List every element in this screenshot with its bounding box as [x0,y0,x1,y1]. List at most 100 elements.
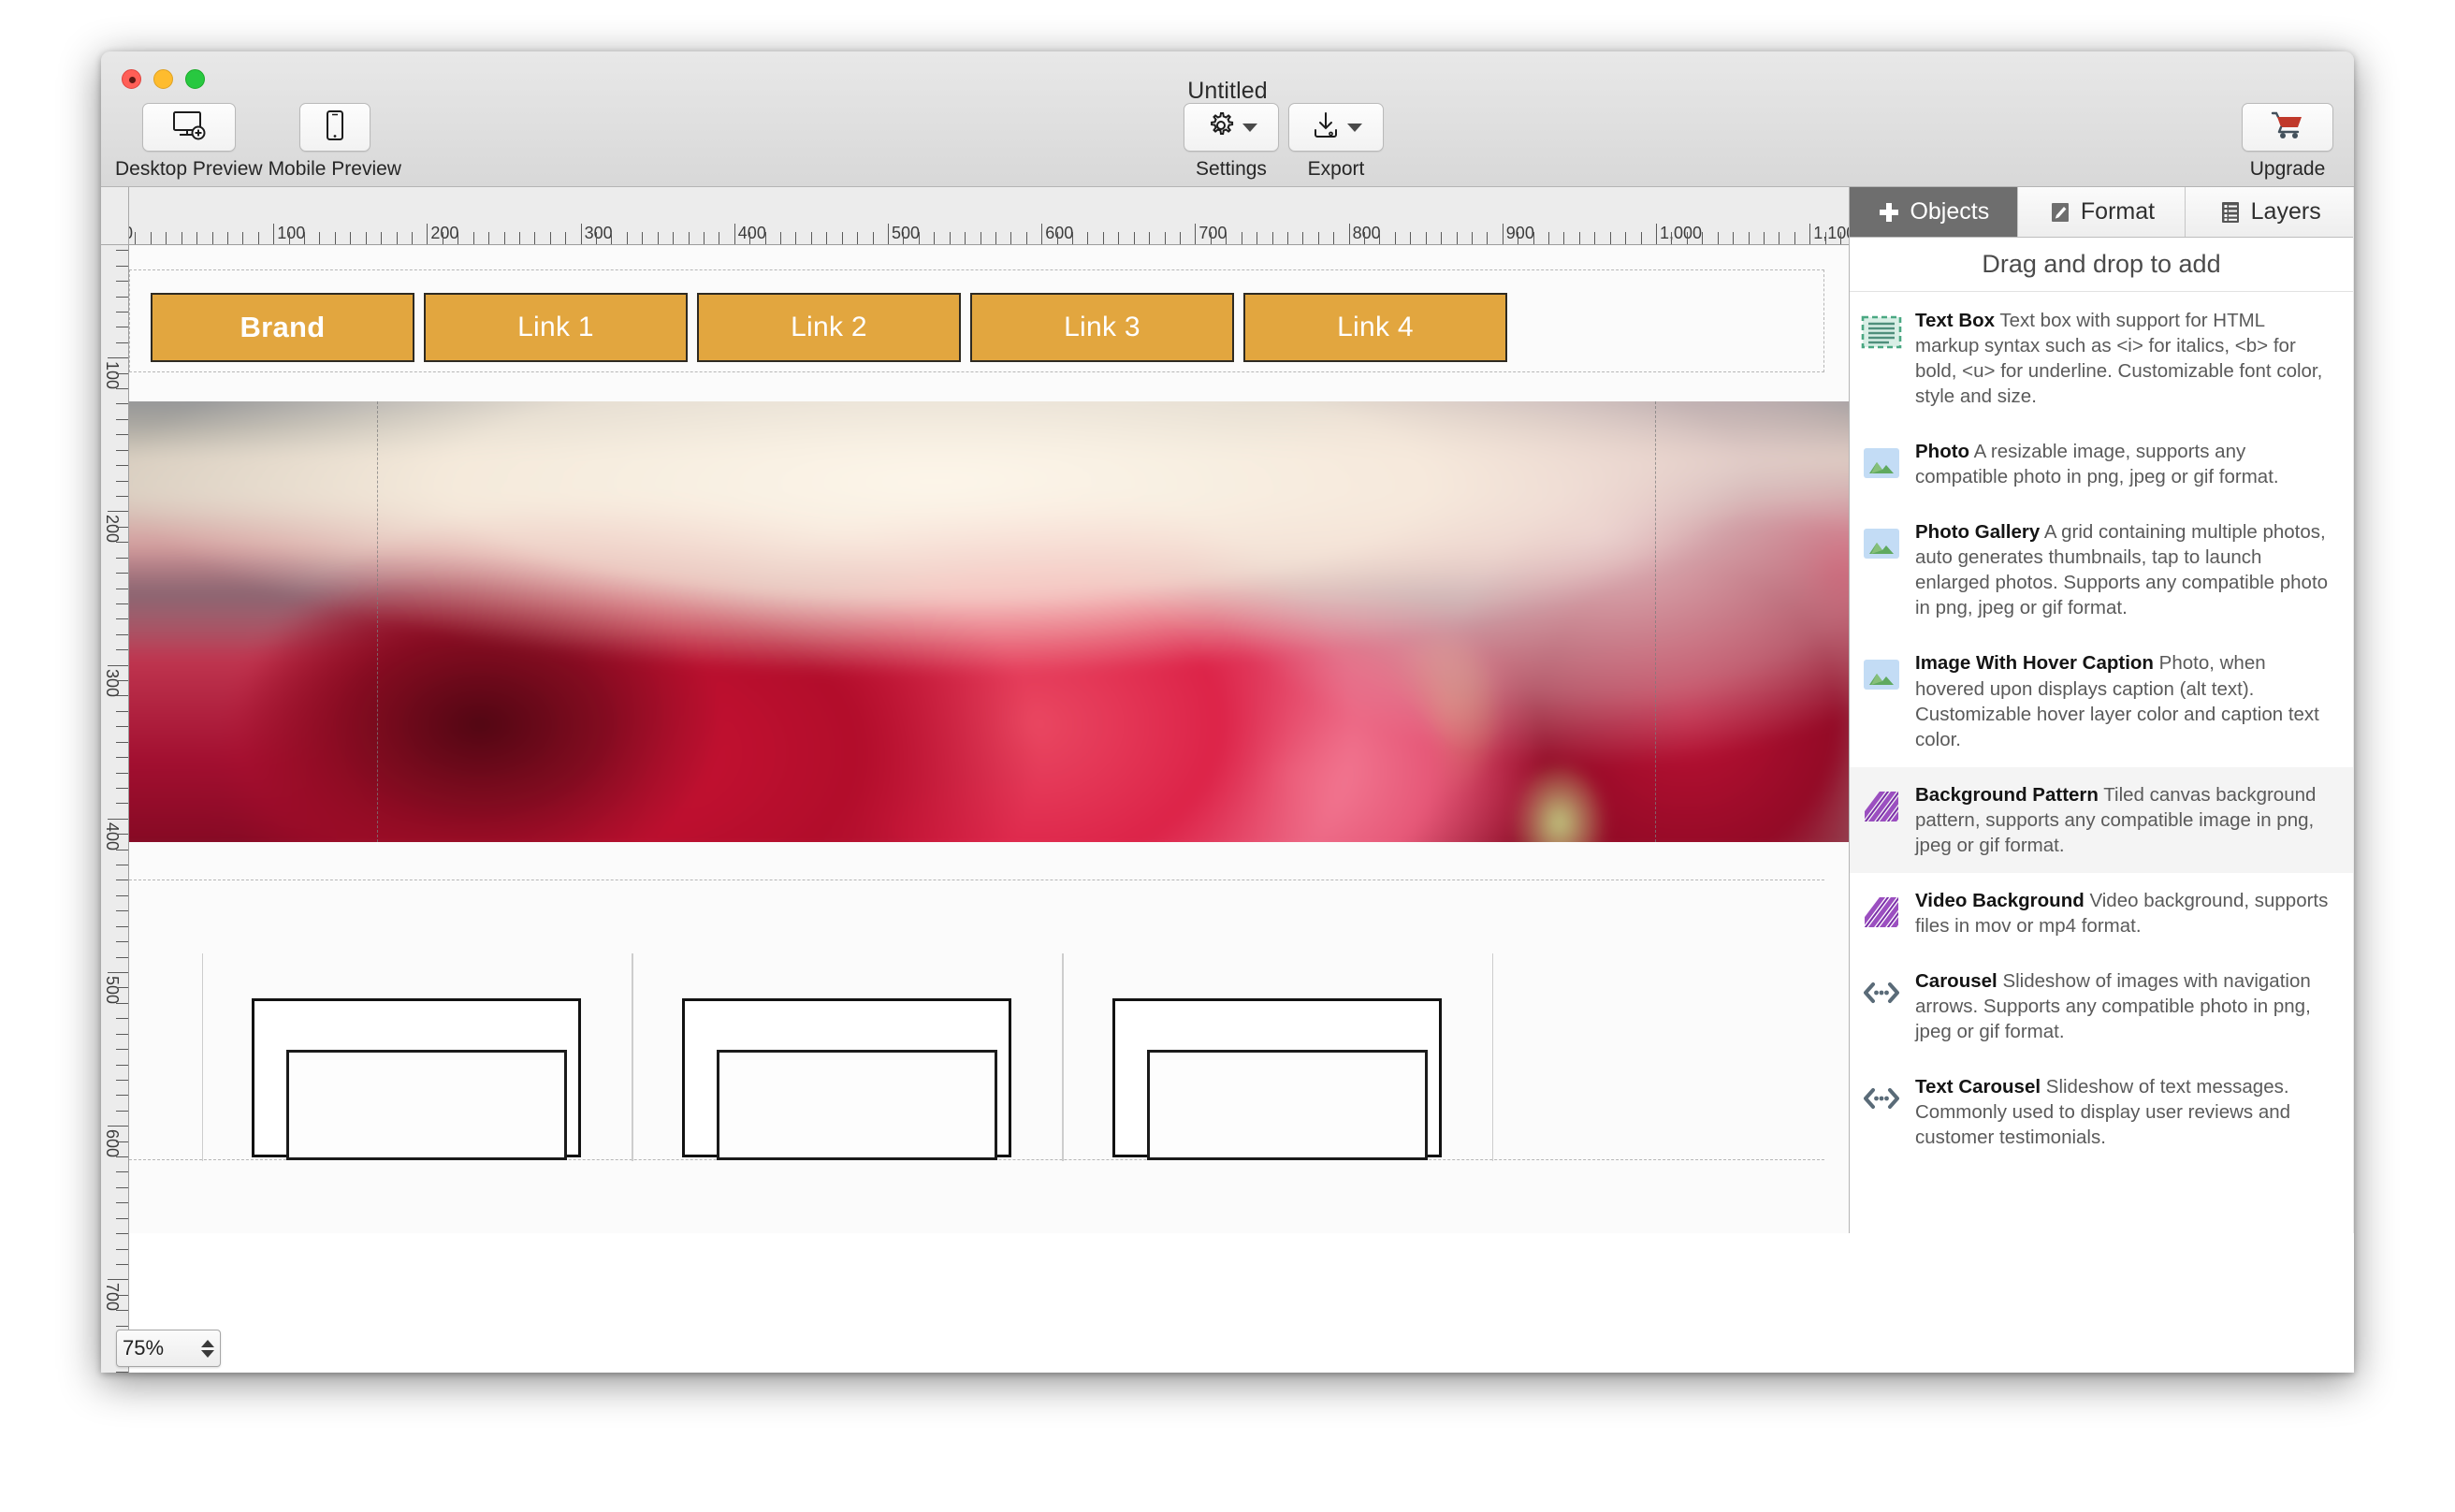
tab-format[interactable]: Format [2017,187,2186,237]
zoom-increase-icon[interactable] [201,1339,214,1347]
ruler-label: 700 [1198,224,1228,242]
ruler-tick [116,480,128,482]
settings-dropdown-chevron-down-icon[interactable] [1242,123,1257,132]
ruler-tick [116,1263,128,1265]
tab-objects[interactable]: Objects [1850,187,2018,237]
pattern-icon [1861,892,1902,933]
navbar-cell-link-2[interactable]: Link 2 [697,293,961,362]
tab-layers[interactable]: Layers [2186,187,2354,237]
canvas-scroll-area[interactable]: Brand Link 1 Link 2 Link 3 Link 4 [129,245,1849,1373]
ruler-tick [688,232,690,244]
ruler-tick [1333,232,1335,244]
ruler-tick [1671,232,1673,244]
navbar-cell-link-1[interactable]: Link 1 [424,293,688,362]
card-inner[interactable] [286,1050,567,1160]
ruler-tick [1702,232,1704,244]
zoom-decrease-icon[interactable] [201,1349,214,1358]
ruler-tick [116,987,128,989]
object-item-carousel[interactable]: Carousel Slideshow of images with naviga… [1850,953,2353,1059]
card-outer[interactable] [252,998,581,1160]
mobile-preview-button[interactable]: Mobile Preview [269,103,401,181]
carousel-icon [1861,1078,1902,1119]
ruler-tick [211,232,213,244]
ruler-label: 700 [103,1283,122,1312]
hero-image-widget[interactable] [129,401,1849,842]
ruler-tick [427,224,429,244]
ruler-label: 500 [892,224,921,242]
ruler-tick [150,232,152,244]
ruler-tick [1102,232,1104,244]
ruler-tick [1286,232,1288,244]
column-box[interactable] [1063,953,1493,1161]
ruler-tick [116,925,128,927]
object-item-image-with-hover-caption[interactable]: Image With Hover Caption Photo, when hov… [1850,635,2353,766]
card-inner[interactable] [717,1050,997,1160]
navbar-cell-link-3[interactable]: Link 3 [970,293,1234,362]
desktop-preview-icon [170,110,208,145]
text-box-icon [1861,312,1902,353]
ruler-tick [1317,232,1319,244]
ruler-tick [116,1371,128,1373]
card-outer[interactable] [682,998,1011,1160]
ruler-tick [108,511,128,513]
zoom-stepper-arrows[interactable] [201,1339,214,1358]
inspector-tabs: Objects Format Layers [1850,187,2354,238]
export-dropdown-chevron-down-icon[interactable] [1347,123,1362,132]
tab-objects-label: Objects [1910,198,1990,225]
object-library-list[interactable]: Text Box Text box with support for HTML … [1850,293,2353,1373]
settings-label: Settings [1196,158,1267,180]
object-item-text: Video Background Video background, suppo… [1915,888,2329,938]
object-item-text-box[interactable]: Text Box Text box with support for HTML … [1850,293,2353,424]
canvas-pane[interactable]: 01002003004005006007008009001,0001,100 1… [101,187,1850,1373]
ruler-tick [1348,224,1350,244]
object-item-text-carousel[interactable]: Text Carousel Slideshow of text messages… [1850,1059,2353,1165]
ruler-tick [116,695,128,697]
navbar-cell-link-4[interactable]: Link 4 [1243,293,1507,362]
object-item-description: A resizable image, supports any compatib… [1915,441,2279,488]
settings-button[interactable]: Settings [1184,103,1279,181]
ruler-tick [116,1002,128,1004]
ruler-tick [196,232,198,244]
navbar-cell-brand[interactable]: Brand [151,293,414,362]
zoom-stepper[interactable]: 75% [116,1330,221,1367]
ruler-tick [872,232,874,244]
ruler-label: 1,000 [1660,224,1703,242]
ruler-tick [116,1141,128,1142]
ruler-tick [764,232,766,244]
ruler-tick [549,232,551,244]
navbar-row[interactable]: Brand Link 1 Link 2 Link 3 Link 4 [151,293,1507,362]
object-item-background-pattern[interactable]: Background Pattern Tiled canvas backgrou… [1850,766,2353,873]
ruler-tick [488,232,490,244]
design-page[interactable]: Brand Link 1 Link 2 Link 3 Link 4 [129,245,1849,1373]
ruler-tick [116,1186,128,1188]
ruler-tick [903,232,905,244]
navbar-cell-label: Link 1 [517,312,594,342]
photo-icon [1861,654,1902,695]
three-column-widget[interactable] [129,880,1824,1161]
column-box[interactable] [632,953,1063,1161]
ruler-tick [995,232,996,244]
navbar-widget[interactable]: Brand Link 1 Link 2 Link 3 Link 4 [129,269,1824,372]
zoom-level-value: 75% [123,1336,165,1359]
object-item-photo-gallery[interactable]: Photo Gallery A grid containing multiple… [1850,504,2353,635]
export-button[interactable]: Export [1288,103,1384,181]
ruler-label: 300 [584,224,613,242]
ruler-tick [1578,232,1580,244]
ruler-tick [1410,232,1412,244]
mobile-preview-icon [325,109,345,146]
ruler-tick [1625,232,1627,244]
card-inner[interactable] [1147,1050,1428,1160]
ruler-tick [116,1233,128,1235]
ruler-tick [1840,232,1842,244]
ruler-tick [116,1325,128,1327]
column-box[interactable] [202,953,632,1161]
card-outer[interactable] [1112,998,1442,1160]
ruler-tick [116,1095,128,1097]
ruler-tick [1072,232,1074,244]
ruler-tick [116,434,128,436]
upgrade-button[interactable]: Upgrade [2242,103,2333,181]
object-item-video-background[interactable]: Video Background Video background, suppo… [1850,873,2353,953]
app-body: 01002003004005006007008009001,0001,100 1… [101,187,2354,1373]
object-item-photo[interactable]: Photo A resizable image, supports any co… [1850,424,2353,504]
desktop-preview-button[interactable]: Desktop Preview [115,103,263,181]
